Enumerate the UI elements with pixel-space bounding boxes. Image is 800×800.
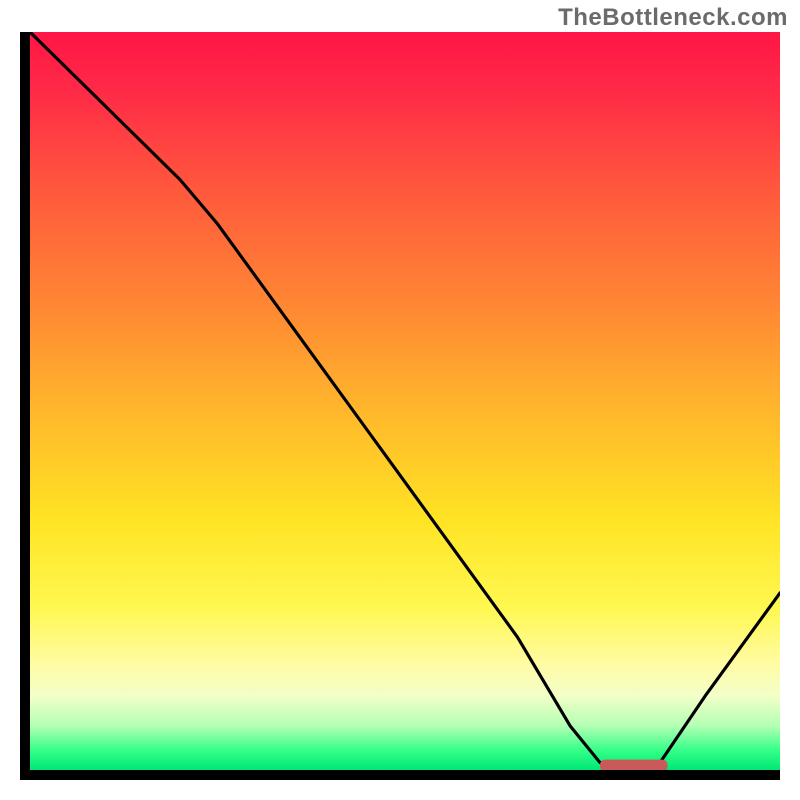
optimal-range-marker — [600, 760, 668, 770]
watermark-label: TheBottleneck.com — [558, 4, 788, 32]
plot-area — [20, 32, 780, 780]
bottleneck-curve — [30, 32, 780, 763]
chart-container: TheBottleneck.com — [0, 0, 800, 800]
chart-svg — [30, 32, 780, 770]
